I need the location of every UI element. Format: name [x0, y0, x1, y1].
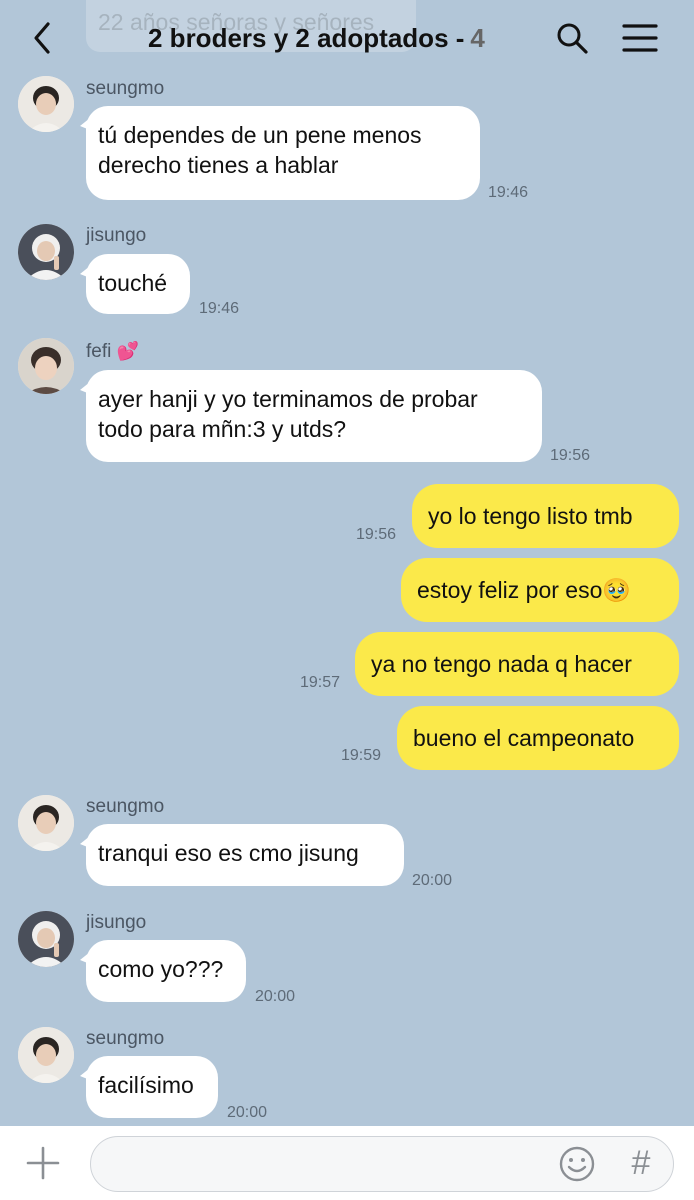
hamburger-menu-icon	[622, 24, 658, 52]
sender-name: jisungo	[86, 225, 147, 246]
avatar[interactable]	[18, 76, 74, 132]
message-time: 20:00	[255, 988, 296, 1005]
sender-name: seungmo	[86, 78, 165, 99]
message-time: 19:56	[356, 526, 397, 543]
message-bubble[interactable]: tú dependes de un pene menos derecho tie…	[80, 106, 480, 200]
message-bubble[interactable]: tranqui eso es cmo jisung	[80, 824, 404, 886]
message-time: 19:46	[488, 184, 529, 201]
message-bubble[interactable]: touché	[80, 254, 190, 314]
attach-button[interactable]	[24, 1144, 62, 1182]
sender-name: fefi 💕	[86, 341, 139, 363]
chat-header: 22 años señoras y señores 2 broders y 2 …	[0, 0, 694, 72]
search-icon	[557, 23, 588, 54]
plus-icon	[26, 1146, 60, 1180]
chevron-left-icon	[34, 22, 50, 54]
message-bubble[interactable]: estoy feliz por eso🥹	[401, 558, 679, 622]
avatar[interactable]	[18, 795, 74, 851]
sender-name: jisungo	[86, 912, 147, 933]
message-time: 19:46	[199, 300, 240, 317]
avatar[interactable]	[18, 338, 74, 394]
sender-name-text: fefi	[86, 341, 112, 362]
sender-name: seungmo	[86, 796, 165, 817]
emoji-button[interactable]	[557, 1144, 597, 1184]
member-count: 4	[470, 23, 485, 53]
hashtag-button[interactable]: #	[623, 1143, 659, 1183]
chat-title-text: 2 broders y 2 adoptados -	[148, 23, 465, 53]
message-bubble[interactable]: bueno el campeonato	[397, 706, 679, 770]
menu-button[interactable]	[620, 20, 660, 56]
smiley-icon	[559, 1146, 595, 1182]
message-time: 20:00	[412, 872, 453, 889]
message-bubble[interactable]: como yo???	[80, 940, 246, 1002]
chat-title[interactable]: 2 broders y 2 adoptados -4	[148, 20, 485, 56]
avatar[interactable]	[18, 911, 74, 967]
message-time: 19:57	[300, 674, 341, 691]
message-bubble[interactable]: facilísimo	[80, 1056, 218, 1118]
avatar[interactable]	[18, 1027, 74, 1083]
message-input-container[interactable]: #	[90, 1136, 674, 1192]
avatar[interactable]	[18, 224, 74, 280]
message-time: 19:56	[550, 447, 591, 464]
message-input[interactable]	[109, 1145, 549, 1183]
message-bubble[interactable]: ya no tengo nada q hacer	[355, 632, 679, 696]
message-bubble[interactable]: ayer hanji y yo terminamos de probar tod…	[80, 370, 542, 462]
sender-name: seungmo	[86, 1028, 165, 1049]
search-button[interactable]	[554, 20, 590, 56]
message-bubble[interactable]: yo lo tengo listo tmb	[412, 484, 679, 548]
back-button[interactable]	[28, 18, 58, 58]
message-time: 20:00	[227, 1104, 268, 1121]
message-time: 19:59	[341, 747, 382, 764]
composer-bar: #	[0, 1126, 694, 1200]
two-hearts-icon: 💕	[116, 341, 140, 361]
